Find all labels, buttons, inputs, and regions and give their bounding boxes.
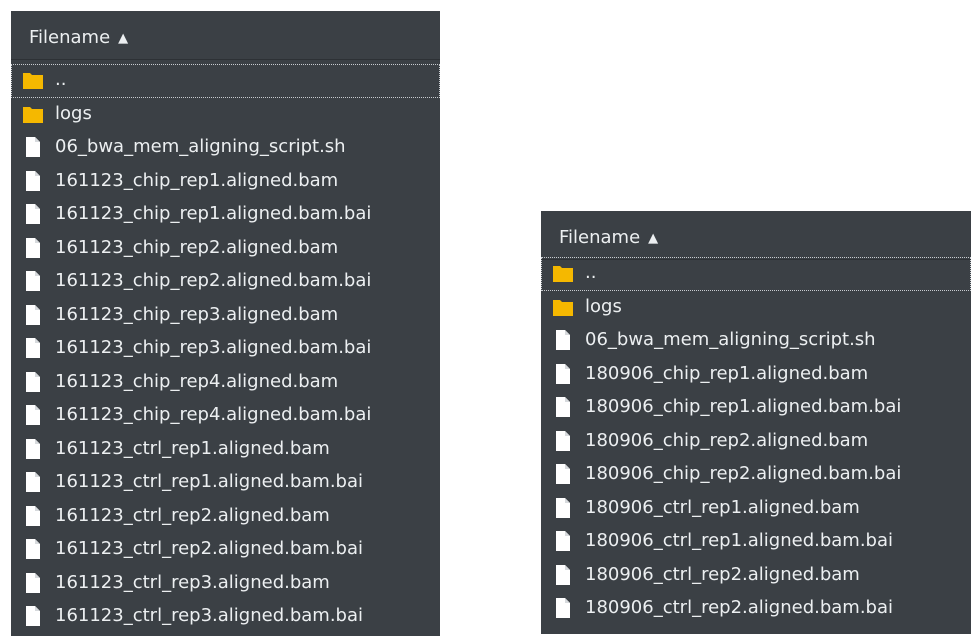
file-name: 161123_ctrl_rep1.aligned.bam (55, 437, 330, 459)
file-row[interactable]: 161123_chip_rep2.aligned.bam.bai (11, 265, 440, 299)
file-name: 180906_ctrl_rep2.aligned.bam (585, 563, 860, 585)
folder-row[interactable]: logs (541, 291, 971, 325)
file-name: 06_bwa_mem_aligning_script.sh (585, 329, 876, 350)
file-icon (552, 564, 574, 585)
folder-icon (552, 263, 574, 283)
file-name: 161123_chip_rep4.aligned.bam.bai (55, 404, 372, 425)
file-icon (552, 330, 574, 350)
file-icon (22, 338, 44, 358)
file-icon (552, 397, 574, 417)
folder-icon (22, 70, 44, 90)
file-name: 161123_chip_rep3.aligned.bam.bai (55, 337, 372, 358)
file-name: 161123_ctrl_rep3.aligned.bam.bai (55, 605, 364, 626)
file-name: 161123_chip_rep1.aligned.bam (55, 169, 339, 191)
file-row[interactable]: 06_bwa_mem_aligning_script.sh (541, 324, 971, 358)
file-row[interactable]: 161123_chip_rep3.aligned.bam.bai (11, 332, 440, 366)
file-name: 180906_chip_rep1.aligned.bam.bai (585, 396, 902, 417)
file-name: 161123_chip_rep2.aligned.bam.bai (55, 270, 372, 291)
file-name: 161123_chip_rep1.aligned.bam.bai (55, 203, 372, 224)
file-row[interactable]: 180906_ctrl_rep1.aligned.bam (541, 492, 971, 526)
folder-icon (552, 297, 574, 317)
file-name: 180906_chip_rep1.aligned.bam (585, 362, 869, 384)
file-row[interactable]: 161123_chip_rep1.aligned.bam (11, 165, 440, 199)
file-list: .. logs 06_bwa_mem_aligning_script.sh 18090… (541, 257, 971, 626)
file-row[interactable]: 161123_ctrl_rep2.aligned.bam (11, 500, 440, 534)
folder-icon (22, 104, 44, 124)
file-icon (22, 371, 44, 392)
file-name: logs (585, 295, 622, 317)
file-row[interactable]: 180906_ctrl_rep1.aligned.bam.bai (541, 525, 971, 559)
file-icon (552, 531, 574, 551)
file-row[interactable]: 161123_ctrl_rep3.aligned.bam.bai (11, 600, 440, 634)
file-icon (22, 472, 44, 492)
file-row[interactable]: 161123_chip_rep3.aligned.bam (11, 299, 440, 333)
file-row[interactable]: 180906_ctrl_rep2.aligned.bam.bai (541, 592, 971, 626)
file-row[interactable]: 161123_chip_rep2.aligned.bam (11, 232, 440, 266)
file-name: 161123_ctrl_rep3.aligned.bam (55, 571, 330, 593)
file-row[interactable]: 180906_ctrl_rep2.aligned.bam (541, 559, 971, 593)
file-name: 161123_ctrl_rep2.aligned.bam (55, 504, 330, 526)
file-row[interactable]: 180906_chip_rep2.aligned.bam.bai (541, 458, 971, 492)
file-name: 06_bwa_mem_aligning_script.sh (55, 136, 346, 157)
file-row[interactable]: 161123_chip_rep4.aligned.bam (11, 366, 440, 400)
file-name: 161123_ctrl_rep1.aligned.bam.bai (55, 471, 364, 492)
file-list-panel-right: Filename ▲ .. logs 06_bwa_mem_aligning_scri… (541, 211, 971, 634)
file-row[interactable]: 180906_chip_rep1.aligned.bam.bai (541, 391, 971, 425)
file-row[interactable]: 161123_ctrl_rep2.aligned.bam.bai (11, 533, 440, 567)
file-icon (22, 170, 44, 191)
column-header-label: Filename (559, 227, 641, 248)
file-row[interactable]: 180906_chip_rep2.aligned.bam (541, 425, 971, 459)
file-row[interactable]: 161123_ctrl_rep1.aligned.bam (11, 433, 440, 467)
file-icon (22, 405, 44, 425)
file-name: .. (55, 69, 67, 90)
file-name: 161123_chip_rep3.aligned.bam (55, 303, 339, 325)
filename-column-header[interactable]: Filename ▲ (541, 211, 971, 260)
file-row[interactable]: 180906_chip_rep1.aligned.bam (541, 358, 971, 392)
file-icon (552, 464, 574, 484)
file-icon (22, 606, 44, 626)
folder-row[interactable]: .. (11, 64, 440, 98)
file-icon (552, 598, 574, 618)
file-name: 180906_chip_rep2.aligned.bam.bai (585, 463, 902, 484)
chevron-up-icon[interactable]: ▲ (118, 31, 128, 46)
file-name: 180906_ctrl_rep1.aligned.bam.bai (585, 530, 894, 551)
file-icon (22, 271, 44, 291)
file-icon (22, 237, 44, 258)
file-icon (22, 304, 44, 325)
file-icon (552, 430, 574, 451)
file-icon (22, 204, 44, 224)
file-list: .. logs 06_bwa_mem_aligning_script.sh 16112… (11, 64, 440, 634)
file-row[interactable]: 161123_ctrl_rep3.aligned.bam (11, 567, 440, 601)
file-row[interactable]: 06_bwa_mem_aligning_script.sh (11, 131, 440, 165)
folder-row[interactable]: logs (11, 98, 440, 132)
file-name: 180906_ctrl_rep1.aligned.bam (585, 496, 860, 518)
file-row[interactable]: 161123_chip_rep1.aligned.bam.bai (11, 198, 440, 232)
file-name: 161123_chip_rep2.aligned.bam (55, 236, 339, 258)
file-icon (22, 539, 44, 559)
column-header-label: Filename (29, 27, 111, 48)
file-icon (552, 497, 574, 518)
file-name: 161123_ctrl_rep2.aligned.bam.bai (55, 538, 364, 559)
folder-row[interactable]: .. (541, 257, 971, 291)
filename-column-header[interactable]: Filename ▲ (11, 11, 440, 60)
file-name: logs (55, 102, 92, 124)
file-icon (22, 572, 44, 593)
file-icon (22, 505, 44, 526)
file-name: 180906_ctrl_rep2.aligned.bam.bai (585, 597, 894, 618)
file-row[interactable]: 161123_chip_rep4.aligned.bam.bai (11, 399, 440, 433)
file-name: .. (585, 262, 597, 283)
file-icon (552, 363, 574, 384)
file-icon (22, 137, 44, 157)
file-icon (22, 438, 44, 459)
file-name: 180906_chip_rep2.aligned.bam (585, 429, 869, 451)
file-row[interactable]: 161123_ctrl_rep1.aligned.bam.bai (11, 466, 440, 500)
file-list-panel-left: Filename ▲ .. logs 06_bwa_mem_aligning_scri… (11, 11, 440, 636)
chevron-up-icon[interactable]: ▲ (648, 231, 658, 246)
file-name: 161123_chip_rep4.aligned.bam (55, 370, 339, 392)
